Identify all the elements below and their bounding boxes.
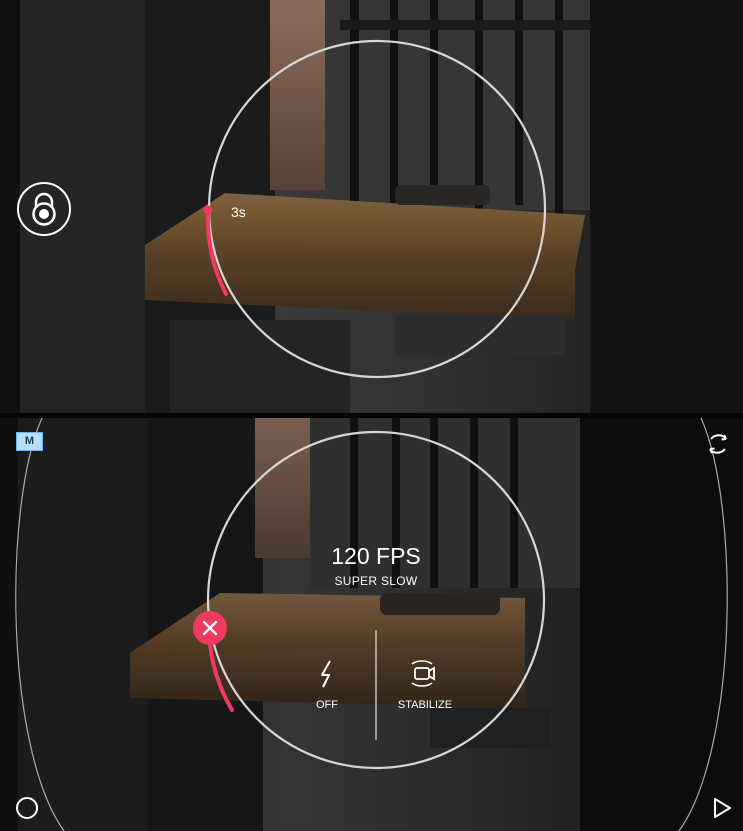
flash-icon (321, 660, 331, 688)
shutter-button[interactable] (15, 796, 39, 820)
switch-camera-button[interactable] (704, 430, 732, 458)
stabilize-icon (411, 660, 435, 687)
stabilize-label: STABILIZE (397, 699, 453, 711)
top-camera-preview: 3s (0, 0, 743, 413)
lock-icon (17, 182, 71, 236)
circle-shutter-icon (16, 797, 38, 819)
close-button[interactable] (193, 611, 227, 645)
fps-sublabel: SUPER SLOW (334, 574, 418, 588)
mode-badge-button[interactable]: M (16, 432, 43, 451)
timer-label: 3s (231, 204, 246, 220)
flash-toggle[interactable]: OFF (302, 659, 352, 717)
close-icon (202, 620, 218, 636)
stabilize-toggle[interactable]: STABILIZE (386, 658, 464, 716)
play-button[interactable] (710, 796, 734, 820)
top-recording-progress-arc (203, 205, 228, 296)
flash-label: OFF (316, 699, 338, 711)
fps-value: 120 FPS (331, 543, 421, 569)
bottom-recording-progress-arc (207, 624, 234, 712)
bottom-camera-preview: M 120 FPS SUPER SLOW OFF STABILIZE (0, 418, 743, 831)
mode-badge-label: M (24, 435, 35, 447)
lock-button[interactable] (16, 181, 72, 237)
rotate-camera-icon (709, 434, 727, 454)
play-icon (714, 798, 731, 818)
